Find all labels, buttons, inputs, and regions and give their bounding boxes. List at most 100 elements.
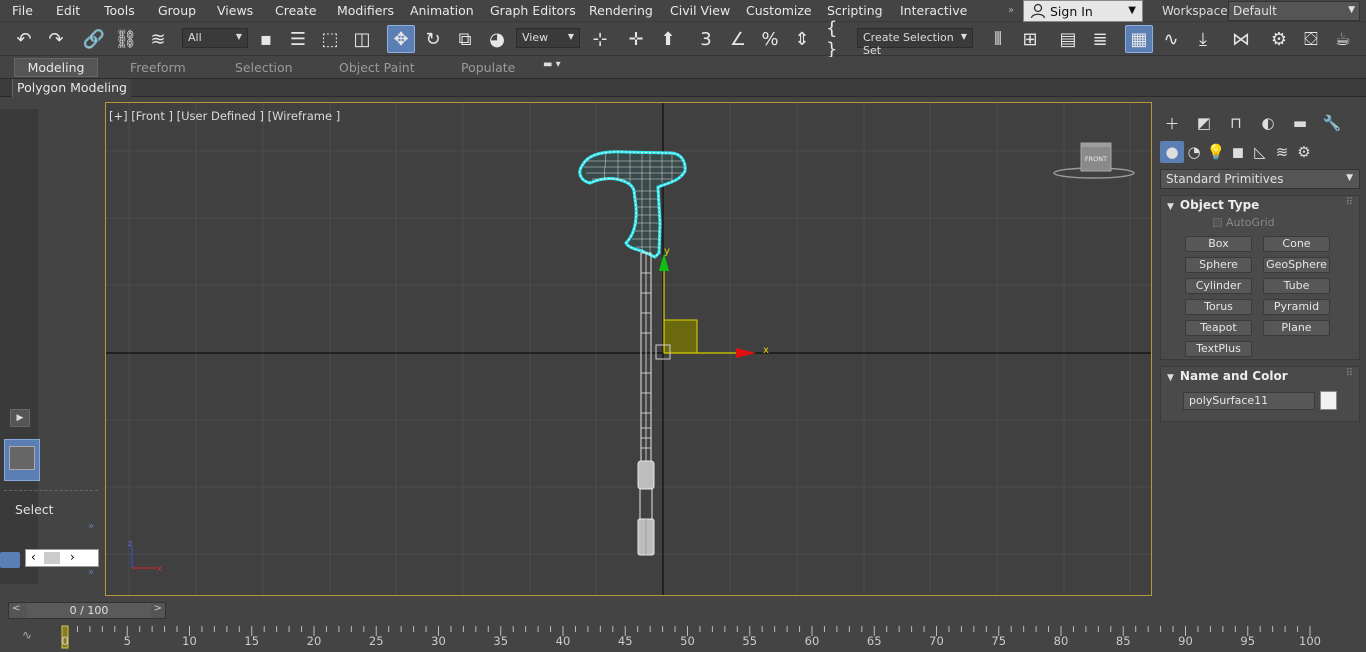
utilities-tab-icon[interactable]: 🔧	[1320, 112, 1344, 134]
menu-animation[interactable]: Animation	[410, 3, 474, 18]
sphere-button[interactable]: Sphere	[1185, 257, 1252, 273]
workspaces-select[interactable]: Default ▼	[1228, 1, 1360, 21]
menu-scripting[interactable]: Scripting	[827, 3, 883, 18]
undo-icon[interactable]: ↶	[10, 25, 38, 53]
bind-space-warp-icon[interactable]: ≋	[144, 25, 172, 53]
display-tab-icon[interactable]: ▬	[1288, 112, 1312, 134]
modify-tab-icon[interactable]: ◩	[1192, 112, 1216, 134]
chevron-right-icon[interactable]: >	[154, 603, 162, 614]
layer-explorer-icon[interactable]: ≣	[1086, 25, 1114, 53]
named-selection-set-select[interactable]: Create Selection Set ▼	[857, 28, 973, 57]
toggle-ribbon-icon[interactable]: ▦	[1125, 25, 1153, 53]
double-chevron-icon[interactable]: »	[88, 521, 94, 532]
ribbon-tab-object-paint[interactable]: Object Paint	[339, 60, 415, 75]
motion-tab-icon[interactable]: ◐	[1256, 112, 1280, 134]
menu-file[interactable]: File	[12, 3, 33, 18]
double-chevron-icon[interactable]: »	[88, 567, 94, 578]
angle-snap-icon[interactable]: ∠	[724, 25, 752, 53]
rectangular-selection-icon[interactable]: ⬚	[316, 25, 344, 53]
time-slider[interactable]: < 0 / 100 >	[8, 602, 166, 619]
select-by-name-icon[interactable]: ☰	[284, 25, 312, 53]
viewport-label[interactable]: [+] [Front ] [User Defined ] [Wireframe …	[109, 109, 340, 123]
spinner-snap-icon[interactable]: ⇕	[788, 25, 816, 53]
chevron-left-icon[interactable]: ‹	[31, 550, 36, 564]
menu-overflow-icon[interactable]: »	[1008, 5, 1014, 16]
helpers-icon[interactable]: ◺	[1248, 141, 1272, 163]
snaps-toggle-icon[interactable]: 3	[692, 25, 720, 53]
geosphere-button[interactable]: GeoSphere	[1263, 257, 1330, 273]
textplus-button[interactable]: TextPlus	[1185, 341, 1252, 357]
torus-button[interactable]: Torus	[1185, 299, 1252, 315]
ribbon-tab-selection[interactable]: Selection	[235, 60, 293, 75]
create-tab-icon[interactable]: ＋	[1160, 112, 1184, 134]
menu-interactive[interactable]: Interactive	[900, 3, 967, 18]
ribbon-tab-populate[interactable]: Populate	[461, 60, 515, 75]
grip-icon[interactable]: ⠿	[1346, 197, 1353, 208]
rotate-icon[interactable]: ↻	[419, 25, 447, 53]
autogrid-checkbox[interactable]: AutoGrid	[1213, 216, 1275, 229]
menu-rendering[interactable]: Rendering	[589, 3, 653, 18]
select-manipulate-icon[interactable]: ✛	[622, 25, 650, 53]
render-production-icon[interactable]: ☕	[1329, 25, 1357, 53]
redo-icon[interactable]: ↷	[42, 25, 70, 53]
pyramid-button[interactable]: Pyramid	[1263, 299, 1330, 315]
percent-snap-icon[interactable]: %	[756, 25, 784, 53]
expand-arrow-icon[interactable]: ▶	[10, 409, 30, 427]
left-scroll-control[interactable]: ‹ ›	[25, 549, 99, 567]
lights-icon[interactable]: 💡	[1204, 141, 1228, 163]
unlink-icon[interactable]: ⛓	[112, 25, 140, 53]
material-editor-icon[interactable]: ⚙	[1265, 25, 1293, 53]
polygon-modeling-tab[interactable]: Polygon Modeling	[12, 79, 131, 97]
menu-modifiers[interactable]: Modifiers	[337, 3, 394, 18]
scale-icon[interactable]: ⧉	[451, 25, 479, 53]
systems-icon[interactable]: ⚙	[1292, 141, 1316, 163]
move-icon[interactable]: ✥	[387, 25, 415, 53]
scroll-thumb[interactable]	[44, 552, 60, 564]
cameras-icon[interactable]: ◼	[1226, 141, 1250, 163]
menu-civil-view[interactable]: Civil View	[670, 3, 730, 18]
selection-filter-select[interactable]: All ▼	[182, 28, 248, 48]
render-setup-icon[interactable]: ⛋	[1297, 25, 1325, 53]
tube-button[interactable]: Tube	[1263, 278, 1330, 294]
curve-editor-mini-icon[interactable]: ∿	[22, 628, 32, 642]
menu-group[interactable]: Group	[158, 3, 196, 18]
toggle-icon[interactable]	[0, 552, 20, 568]
align-icon[interactable]: ⊞	[1016, 25, 1044, 53]
menu-graph-editors[interactable]: Graph Editors	[490, 3, 576, 18]
move-gizmo[interactable]	[655, 253, 756, 360]
keyboard-shortcut-override-icon[interactable]: ⬆	[654, 25, 682, 53]
ribbon-options-icon[interactable]: ▬ ▾	[543, 59, 561, 70]
pivot-center-icon[interactable]: ⊹	[586, 25, 614, 53]
object-name-field[interactable]: polySurface11	[1183, 392, 1315, 410]
object-color-swatch[interactable]	[1320, 391, 1337, 410]
grip-icon[interactable]: ⠿	[1346, 368, 1353, 379]
geometry-icon[interactable]: ●	[1160, 141, 1184, 163]
chevron-right-icon[interactable]: ›	[70, 550, 75, 564]
window-crossing-icon[interactable]: ◫	[348, 25, 376, 53]
menu-tools[interactable]: Tools	[104, 3, 135, 18]
frame-display[interactable]: 0 / 100	[27, 603, 151, 618]
hierarchy-tab-icon[interactable]: ⊓	[1224, 112, 1248, 134]
box-button[interactable]: Box	[1185, 236, 1252, 252]
name-and-color-header[interactable]: ▼ Name and Color	[1167, 369, 1288, 383]
link-icon[interactable]: 🔗	[80, 25, 108, 53]
plane-button[interactable]: Plane	[1263, 320, 1330, 336]
viewport-layout-button[interactable]	[4, 439, 40, 481]
mirror-icon[interactable]: ⫴	[984, 25, 1012, 53]
ribbon-tab-modeling[interactable]: Modeling	[14, 58, 98, 77]
space-warps-icon[interactable]: ≋	[1270, 141, 1294, 163]
sign-in-button[interactable]: Sign In ▼	[1023, 0, 1143, 22]
shapes-icon[interactable]: ◔	[1182, 141, 1206, 163]
select-object-icon[interactable]: ▪	[252, 25, 280, 53]
ribbon-tab-freeform[interactable]: Freeform	[130, 60, 186, 75]
track-bar[interactable]: ∿ 0 5 10 15 20 25 30 35 40 45 50 55 60 65 70 75 80 85 90 95…	[0, 620, 1366, 652]
dope-sheet-icon[interactable]: ⤓	[1189, 25, 1217, 53]
place-icon[interactable]: ◕	[483, 25, 511, 53]
menu-customize[interactable]: Customize	[746, 3, 812, 18]
object-type-header[interactable]: ▼ Object Type	[1167, 198, 1259, 212]
reference-coordinate-select[interactable]: View ▼	[516, 28, 580, 48]
menu-edit[interactable]: Edit	[56, 3, 80, 18]
cylinder-button[interactable]: Cylinder	[1185, 278, 1252, 294]
chevron-left-icon[interactable]: <	[12, 603, 20, 614]
edit-named-selection-icon[interactable]: { }	[826, 18, 854, 60]
